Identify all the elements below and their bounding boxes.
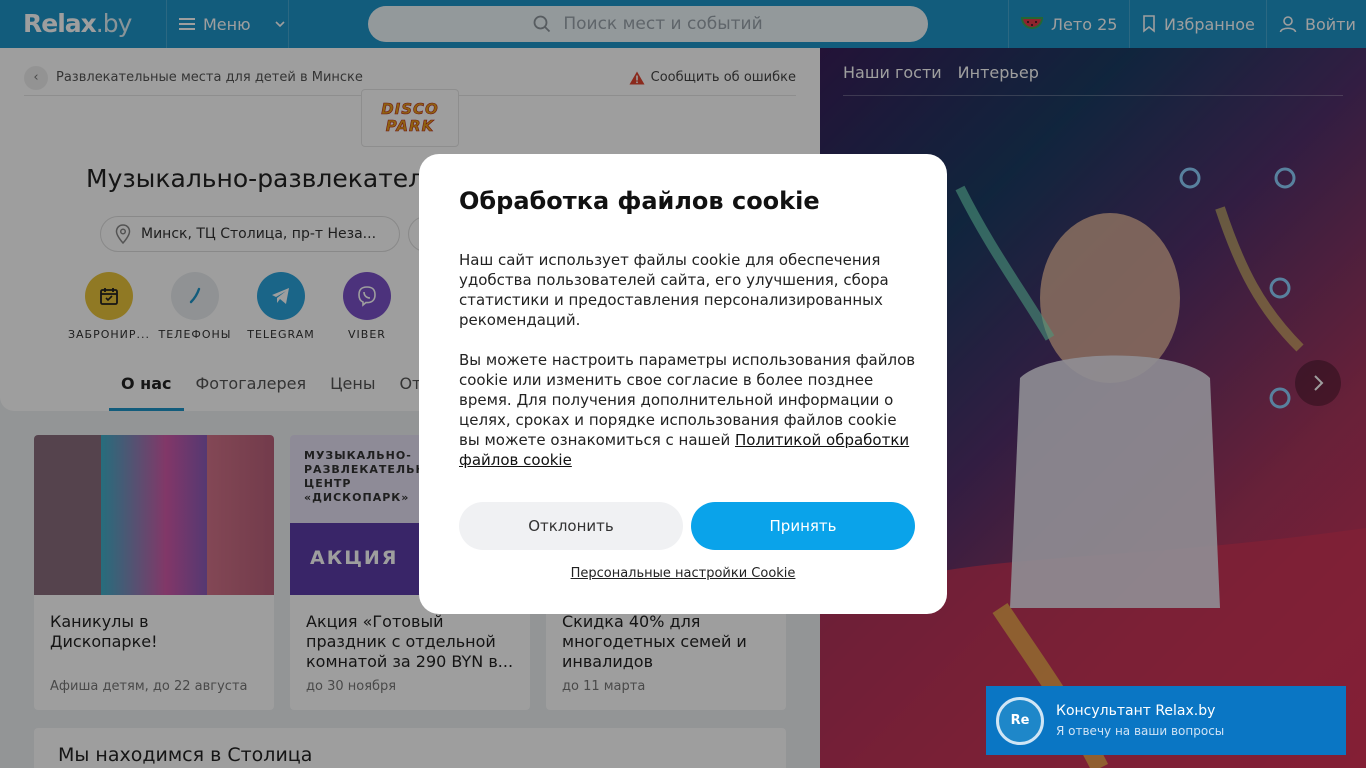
accept-button[interactable]: Принять [691, 502, 915, 550]
cookie-title: Обработка файлов cookie [459, 187, 820, 215]
chat-widget[interactable]: Re Консультант Relax.by Я отвечу на ваши… [986, 686, 1346, 755]
avatar: Re [996, 696, 1044, 745]
decline-button[interactable]: Отклонить [459, 502, 683, 550]
chat-subtitle: Я отвечу на ваши вопросы [1056, 724, 1225, 738]
cookie-text-more: Вы можете настроить параметры использова… [459, 351, 916, 469]
chat-name: Консультант Relax.by [1056, 703, 1216, 719]
cookie-settings-link[interactable]: Персональные настройки Cookie [419, 566, 947, 581]
cookie-dialog: Обработка файлов cookie Наш сайт использ… [419, 154, 947, 614]
cookie-text: Наш сайт использует файлы cookie для обе… [459, 251, 889, 329]
